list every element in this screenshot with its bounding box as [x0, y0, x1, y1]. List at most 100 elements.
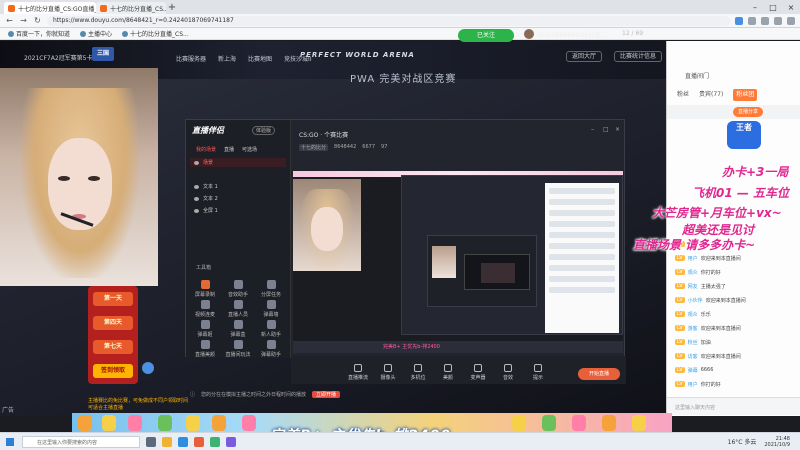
tab-options[interactable]: 可选场 [242, 146, 257, 153]
tip-bar: ⓘ 您的分在在模拟主播之时间之外日程时间的播放 立即开播 [190, 389, 610, 399]
tab-live[interactable]: 直播 [224, 146, 234, 153]
tool-button[interactable]: 弹幕姬 [190, 320, 220, 338]
close-window-icon[interactable]: × [782, 3, 800, 12]
start-live-button[interactable]: 开始直播 [578, 368, 620, 380]
more-menu-icon[interactable] [787, 16, 795, 25]
promo-claim[interactable]: 签到领取 [93, 364, 133, 378]
share-button[interactable]: 直播分享 [733, 107, 763, 117]
info-icon: ⓘ [190, 391, 196, 398]
go-live-link[interactable]: 立即开播 [312, 390, 341, 398]
chat-message: LV 粉丝 加油 [675, 339, 711, 346]
multicam-button[interactable]: 多机位 [403, 364, 433, 381]
game-category: CS:GO · 个赛比赛 [299, 132, 349, 139]
return-lobby-button[interactable]: 返回大厅 [566, 51, 603, 62]
bookmark-item[interactable]: 主播中心 [80, 29, 112, 38]
minimize-icon[interactable]: – [746, 3, 764, 12]
promo-day: 第四天 [93, 316, 133, 330]
scene-item[interactable]: 场景 [190, 158, 286, 167]
match-stats-button[interactable]: 比赛统计信息 [614, 51, 663, 62]
weather-widget[interactable]: 16°C 多云 [728, 437, 757, 446]
stream-preview[interactable]: 完美B+ 主优先b-排2400 [293, 171, 623, 353]
scene-tabs: 我的场景 直播 可选场 [196, 146, 257, 153]
assistant-icon [266, 340, 276, 349]
chat-message: LV 用户 欢迎来到本直播间 [675, 255, 741, 262]
bookmark-item[interactable]: 十七的比分直播_CS... [122, 29, 189, 38]
file-explorer-icon[interactable] [162, 436, 172, 447]
stream-info-bar: CS:GO · 个赛比赛 十七的比分 8648442 6677 97 – □ × [291, 120, 626, 158]
scene-item[interactable]: 全屏 1 [190, 206, 286, 215]
tab-fans[interactable]: 粉丝 [677, 89, 689, 101]
tool-button[interactable]: 直播间玩法 [223, 340, 253, 358]
beauty-icon [200, 340, 210, 349]
tool-button[interactable]: 屏幕录制 [190, 280, 220, 298]
tab-my-scene[interactable]: 我的场景 [196, 146, 216, 153]
app-brand: 直播伴侣 [192, 126, 224, 135]
push-stream-button[interactable]: 直播推流 [343, 364, 373, 381]
tab-vip[interactable]: 贵宾(77) [699, 89, 723, 101]
handwritten-note: 大芒房管+月车位+vx~ [652, 206, 782, 220]
tool-button[interactable]: 弹幕墙 [256, 300, 286, 318]
bookmark-icon [8, 30, 14, 37]
visibility-icon[interactable] [194, 160, 199, 165]
new-tab-button[interactable]: + [166, 2, 178, 13]
screen-record-icon [200, 280, 210, 289]
bookmark-icon [80, 30, 87, 37]
browser-tab-active[interactable]: 十七的比分直播_CS:GO直播_斗... × [4, 2, 96, 14]
app-icon[interactable] [226, 436, 236, 447]
system-clock[interactable]: 21:48 2021/10/9 [764, 436, 790, 448]
profile-icon[interactable] [774, 16, 782, 25]
stream-icon [354, 364, 362, 372]
windows-start-icon[interactable] [6, 437, 14, 446]
level-badge: LV [675, 255, 685, 261]
bookmarks-bar: 百度一下，你就知道 主播中心 十七的比分直播_CS... [0, 28, 800, 40]
people-icon [233, 300, 243, 309]
streaming-app-icon[interactable] [194, 436, 204, 447]
voice-changer-button[interactable]: 变声器 [463, 364, 493, 381]
like-icon[interactable] [142, 362, 154, 374]
extensions-icon[interactable] [748, 16, 756, 25]
visibility-icon[interactable] [194, 184, 199, 189]
task-view-icon[interactable] [146, 436, 156, 447]
sound-effect-button[interactable]: 音效 [493, 364, 523, 381]
taskbar-search-input[interactable]: 在这里输入你要搜索的内容 [22, 435, 140, 448]
tool-button[interactable]: 视频连麦 [190, 300, 220, 318]
collections-icon[interactable] [761, 16, 769, 25]
tool-button[interactable]: 弹幕盒 [223, 320, 253, 338]
maximize-icon[interactable]: □ [764, 3, 782, 12]
maximize-icon[interactable]: □ [603, 126, 610, 133]
beauty-button[interactable]: 美颜 [433, 364, 463, 381]
chat-input[interactable]: 这里输入聊天内容 [667, 397, 800, 415]
edge-browser-icon[interactable] [178, 436, 188, 447]
chat-header: 直播间门 [685, 73, 710, 80]
browser-tab[interactable]: 十七的比分直播_CS... × [96, 2, 166, 14]
game-icon [233, 340, 243, 349]
favorite-star-icon[interactable] [735, 16, 743, 25]
follow-button[interactable]: 已关注 [458, 29, 514, 42]
app-icon[interactable] [210, 436, 220, 447]
scene-item[interactable]: 文本 2 [190, 194, 286, 203]
minimize-icon[interactable]: – [591, 126, 598, 133]
tool-button[interactable]: 直播美颜 [190, 340, 220, 358]
tool-button[interactable]: 直播人员 [223, 300, 253, 318]
visibility-icon[interactable] [194, 196, 199, 201]
windows-taskbar: 在这里输入你要搜索的内容 16°C 多云 21:48 2021/10/9 [0, 432, 800, 450]
visibility-icon[interactable] [194, 208, 199, 213]
signin-promo[interactable]: 第一天 第四天 第七天 签到领取 [88, 286, 138, 384]
tool-button[interactable]: 分屏任务 [256, 280, 286, 298]
tool-button[interactable]: 弹幕助手 [256, 340, 286, 358]
tool-button[interactable]: 新人助手 [256, 320, 286, 338]
tool-button[interactable]: 音效助手 [223, 280, 253, 298]
hint-button[interactable]: 提示 [523, 364, 553, 381]
refresh-icon[interactable]: ↻ [33, 16, 42, 25]
url-field[interactable]: https://www.douyu.com/8648421_r=0.242401… [47, 15, 730, 26]
bookmark-item[interactable]: 百度一下，你就知道 [8, 29, 70, 38]
forward-icon[interactable]: → [19, 16, 28, 25]
event-logo[interactable]: 王者 [727, 121, 761, 149]
camera-button[interactable]: 摄像头 [373, 364, 403, 381]
scene-item[interactable]: 文本 1 [190, 182, 286, 191]
close-icon[interactable]: × [615, 126, 622, 133]
host-info[interactable]: douyu8648442比分直… [524, 29, 606, 39]
ad-tab[interactable]: 广告 [2, 405, 14, 414]
tab-fan-club[interactable]: 粉丝团 [733, 89, 758, 101]
back-icon[interactable]: ← [5, 16, 14, 25]
